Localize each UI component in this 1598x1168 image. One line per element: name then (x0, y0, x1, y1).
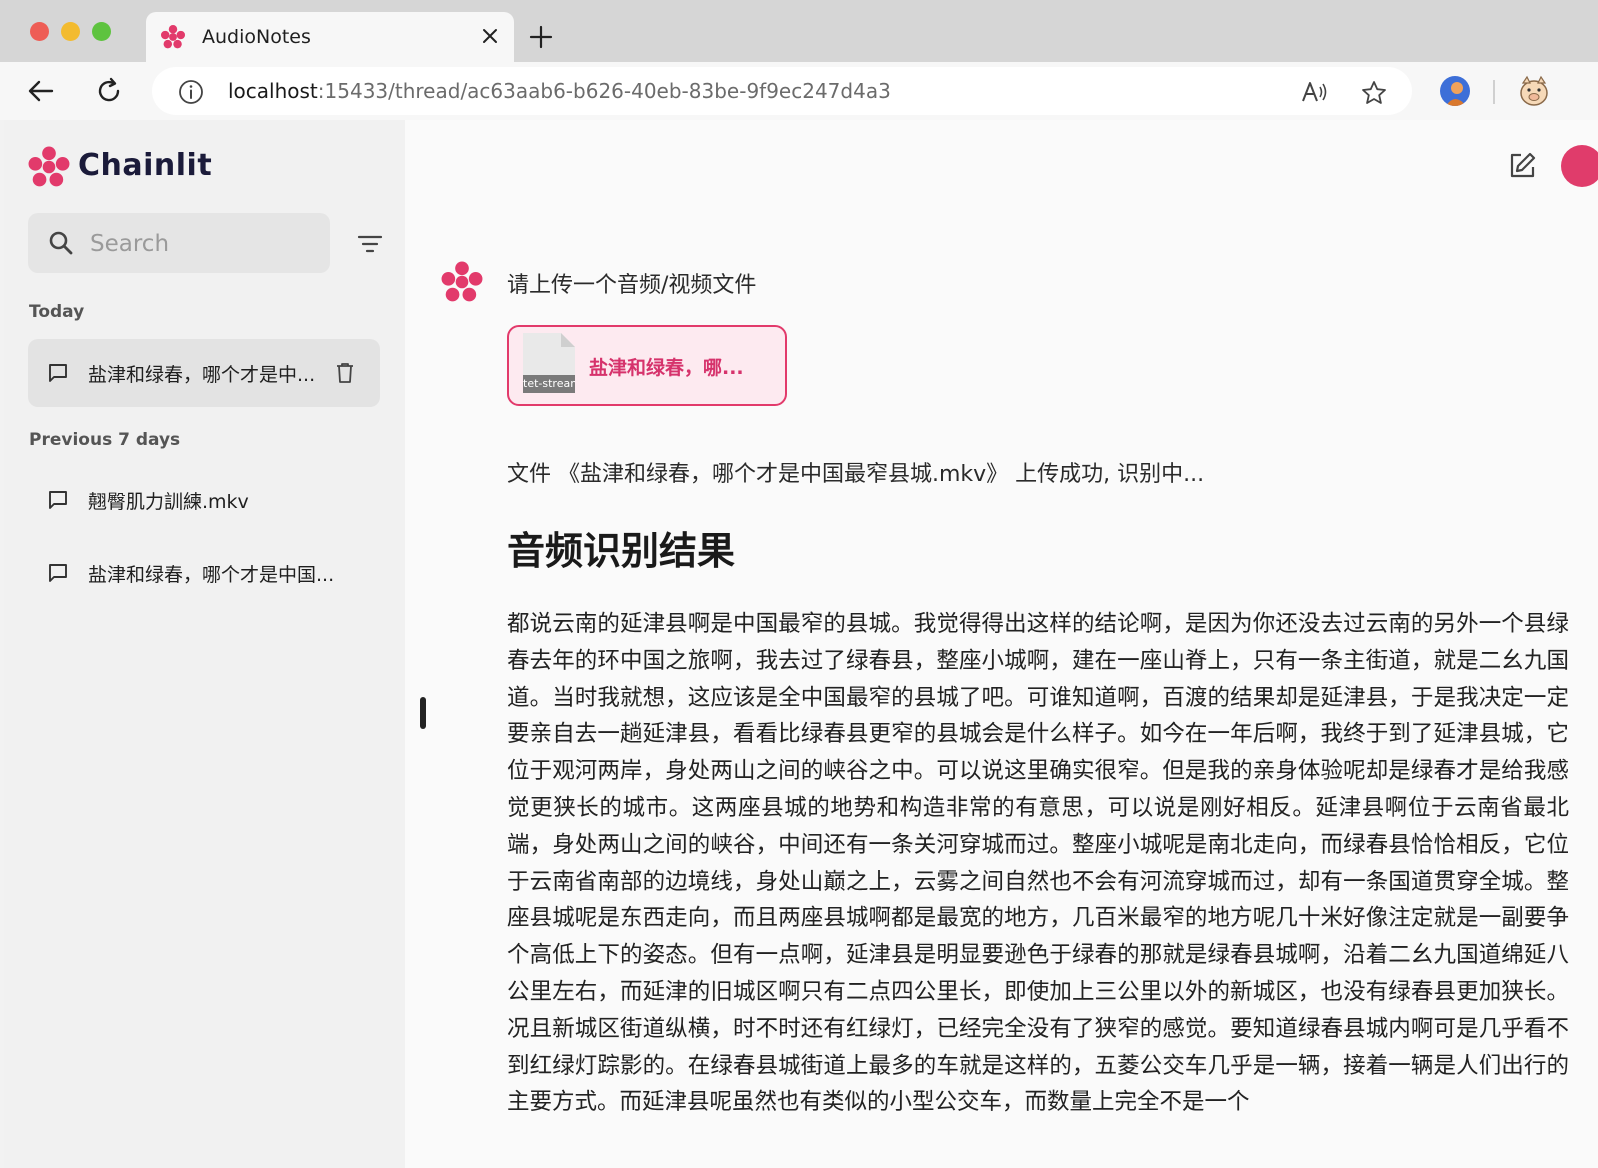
url-path: :15433/thread/ac63aab6-b626-40eb-83be-9f… (317, 79, 891, 103)
thread-label: 盐津和绿春，哪个才是中国... (88, 564, 335, 586)
thread-item[interactable]: 翹臀肌力訓練.mkv (28, 466, 380, 534)
new-chat-icon[interactable] (1506, 150, 1538, 182)
chainlit-app: Chainlit Today 盐津和绿春，哪个才是中... Previous 7… (4, 120, 1598, 1168)
thread-label: 翹臀肌力訓練.mkv (88, 491, 249, 513)
filter-icon[interactable] (356, 230, 384, 258)
chat-bubble-icon (49, 491, 67, 509)
chat-bubble-icon (49, 364, 67, 382)
section-label-previous-7-days: Previous 7 days (29, 430, 181, 450)
chat-bubble-icon (49, 564, 67, 582)
thread-label: 盐津和绿春，哪个才是中... (88, 364, 316, 386)
browser-profile-icon[interactable] (1440, 76, 1470, 106)
address-bar[interactable]: localhost:15433/thread/ac63aab6-b626-40e… (152, 67, 1412, 115)
section-label-today: Today (29, 302, 85, 322)
window-maximize-button[interactable] (92, 22, 111, 41)
favorite-star-icon[interactable] (1360, 79, 1388, 107)
close-tab-icon[interactable] (480, 26, 500, 46)
back-arrow-icon[interactable] (26, 76, 56, 106)
extension-pig-icon[interactable] (1518, 74, 1550, 108)
search-box[interactable] (28, 213, 330, 273)
url-text[interactable]: localhost:15433/thread/ac63aab6-b626-40e… (228, 79, 891, 103)
file-name: 盐津和绿春，哪... (589, 357, 744, 379)
browser-tab-strip: AudioNotes (0, 0, 1598, 62)
trash-icon[interactable] (334, 361, 356, 385)
chainlit-logo-icon (28, 146, 70, 187)
chat-main: 请上传一个音频/视频文件 tet-stream 盐津和绿春，哪... 文件 《盐… (405, 120, 1598, 1168)
search-input[interactable] (88, 223, 322, 265)
browser-toolbar: localhost:15433/thread/ac63aab6-b626-40e… (0, 62, 1598, 120)
assistant-message: 请上传一个音频/视频文件 (507, 273, 757, 298)
browser-tab-title: AudioNotes (202, 26, 311, 48)
brand-name: Chainlit (78, 148, 213, 183)
transcript-text: 都说云南的延津县啊是中国最窄的县城。我觉得得出这样的结论啊，是因为你还没去过云南… (507, 611, 1569, 1116)
file-thumbnail: tet-stream (523, 333, 575, 393)
result-heading: 音频识别结果 (507, 529, 736, 573)
sidebar: Chainlit Today 盐津和绿春，哪个才是中... Previous 7… (4, 120, 405, 1168)
browser-tab[interactable]: AudioNotes (146, 12, 514, 62)
user-avatar[interactable] (1561, 145, 1598, 187)
reload-icon[interactable] (94, 76, 124, 106)
toolbar-divider (1493, 80, 1495, 104)
window-close-button[interactable] (30, 22, 49, 41)
file-attachment[interactable]: tet-stream 盐津和绿春，哪... (507, 325, 787, 406)
search-icon (49, 231, 73, 255)
new-tab-icon[interactable] (528, 24, 554, 50)
read-aloud-icon[interactable] (1300, 79, 1328, 105)
file-type-label: tet-stream (523, 375, 575, 393)
thread-item[interactable]: 盐津和绿春，哪个才是中... (28, 339, 380, 407)
chainlit-favicon-icon (160, 24, 186, 49)
upload-status-message: 文件 《盐津和绿春，哪个才是中国最窄县城.mkv》 上传成功, 识别中... (507, 462, 1205, 487)
assistant-avatar-icon (441, 261, 483, 302)
url-host: localhost (228, 79, 318, 103)
window-minimize-button[interactable] (61, 22, 80, 41)
site-info-icon[interactable] (178, 79, 204, 105)
thread-item[interactable]: 盐津和绿春，哪个才是中国... (28, 539, 380, 607)
